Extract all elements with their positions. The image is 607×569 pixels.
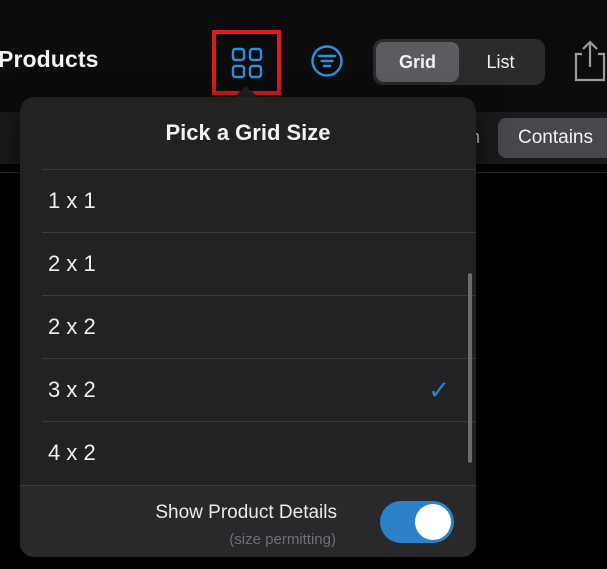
show-details-sublabel: (size permitting) (229, 531, 336, 548)
share-button[interactable] (572, 40, 607, 82)
grid-size-option-1x1[interactable]: 1 x 1 (42, 169, 476, 232)
grid-size-option-3x2[interactable]: 3 x 2 ✓ (42, 358, 476, 421)
popover-title: Pick a Grid Size (165, 120, 331, 145)
option-label: 3 x 2 (48, 377, 96, 402)
option-label: 1 x 1 (48, 188, 96, 213)
toggle-knob (415, 504, 451, 540)
app-screen: Products Grid List Contains Pick a Grid … (0, 0, 607, 569)
option-label: 2 x 2 (48, 314, 96, 339)
show-details-row: Show Product Details (size permitting) (20, 485, 476, 557)
checkmark-icon: ✓ (428, 374, 450, 405)
share-icon (574, 40, 606, 82)
grid-size-option-2x2[interactable]: 2 x 2 (42, 295, 476, 358)
segment-grid[interactable]: Grid (376, 42, 459, 82)
show-details-toggle[interactable] (380, 501, 454, 543)
filter-button[interactable] (310, 44, 344, 78)
grid-size-option-4x2[interactable]: 4 x 2 (42, 421, 476, 484)
scrollbar[interactable] (468, 273, 472, 463)
grid-size-popover: Pick a Grid Size 1 x 1 2 x 1 2 x 2 3 x 2… (20, 97, 476, 557)
grid-size-list: 1 x 1 2 x 1 2 x 2 3 x 2 ✓ 4 x 2 (42, 169, 476, 484)
show-details-label: Show Product Details (155, 502, 337, 523)
grid-size-option-2x1[interactable]: 2 x 1 (42, 232, 476, 295)
navigation-bar: Products Grid List (0, 0, 607, 112)
page-title: Products (0, 46, 99, 72)
grid-icon (231, 47, 262, 78)
contains-button[interactable]: Contains (498, 118, 607, 158)
view-mode-segmented-control: Grid List (373, 39, 545, 85)
filter-icon (311, 45, 343, 77)
option-label: 4 x 2 (48, 440, 96, 465)
option-label: 2 x 1 (48, 251, 96, 276)
segment-list[interactable]: List (459, 42, 542, 82)
